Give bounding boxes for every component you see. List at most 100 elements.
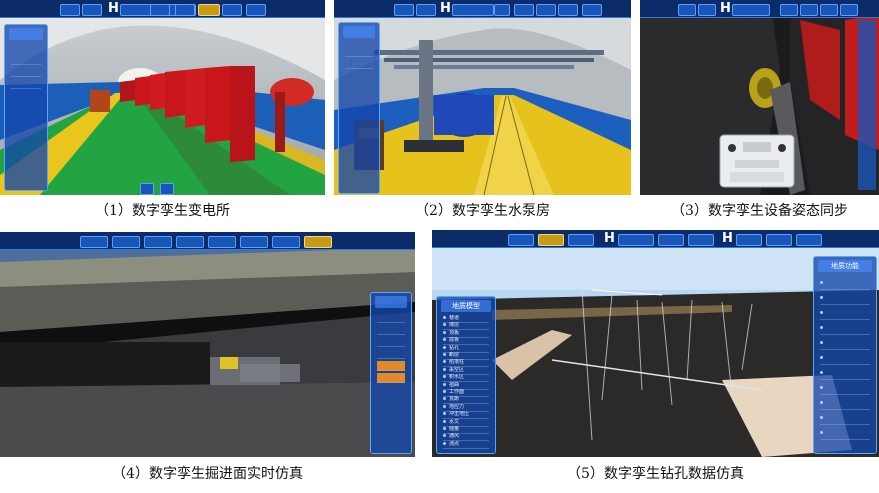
nav-tab[interactable] <box>150 4 170 16</box>
side-menu-item[interactable] <box>11 79 41 89</box>
side-menu-item[interactable] <box>11 55 41 65</box>
side-menu-item[interactable] <box>377 313 405 323</box>
nav-tab[interactable] <box>208 236 236 248</box>
geology-function-item[interactable] <box>820 339 870 350</box>
menu-dot-icon <box>443 427 446 430</box>
nav-tab[interactable] <box>732 4 770 16</box>
geology-model-menu: 地质模型 巷道 煤层 顶板 底板 钻孔 断层 陷落柱 采空区 积水区 褶曲 工作面 瓦斯 地应力 冲击地压… <box>436 296 496 454</box>
nav-tab[interactable] <box>698 4 716 16</box>
side-menu <box>370 292 412 454</box>
nav-tab[interactable] <box>222 4 242 16</box>
geology-model-item-label: 瓦斯 <box>449 396 460 403</box>
side-menu-title <box>375 296 407 308</box>
geology-model-item-label: 积水区 <box>449 374 465 381</box>
equipment-sync-scene <box>640 0 879 195</box>
side-menu-item-active[interactable] <box>377 373 405 383</box>
menu-dot-icon <box>443 419 446 423</box>
menu-dot-icon <box>820 386 823 389</box>
nav-tab[interactable] <box>240 236 268 248</box>
nav-tab[interactable] <box>678 4 696 16</box>
geology-function-item[interactable] <box>820 414 870 425</box>
menu-dot-icon <box>820 401 823 404</box>
geology-model-item[interactable]: 测点 <box>443 441 489 449</box>
nav-tab[interactable] <box>736 234 762 246</box>
nav-tab[interactable] <box>568 234 594 246</box>
nav-tab[interactable] <box>766 234 792 246</box>
caption-2: （2）数字孪生水泵房 <box>415 203 550 219</box>
nav-tab-active[interactable] <box>198 4 220 16</box>
nav-tab[interactable] <box>796 234 822 246</box>
menu-dot-icon <box>443 412 446 416</box>
geology-model-item-label: 陷落柱 <box>449 359 465 366</box>
geology-function-item[interactable] <box>820 384 870 395</box>
side-menu-title <box>343 26 375 38</box>
menu-dot-icon <box>443 404 446 408</box>
nav-tab[interactable] <box>514 4 534 16</box>
nav-tab[interactable] <box>494 4 510 16</box>
nav-tab[interactable] <box>840 4 858 16</box>
nav-tab[interactable] <box>658 234 684 246</box>
geology-function-menu-title: 地质功能 <box>818 260 872 272</box>
side-menu <box>338 22 380 194</box>
nav-tab[interactable] <box>800 4 818 16</box>
side-menu-item[interactable] <box>11 67 41 77</box>
menu-dot-icon <box>443 441 446 445</box>
nav-tab[interactable] <box>820 4 838 16</box>
geology-model-item-label: 通风 <box>449 433 460 440</box>
logo-h-icon: H <box>604 231 615 246</box>
geology-function-item[interactable] <box>820 369 870 380</box>
nav-tab[interactable] <box>780 4 798 16</box>
nav-tab[interactable] <box>582 4 602 16</box>
nav-tab[interactable] <box>246 4 266 16</box>
geology-model-item-label: 测点 <box>449 440 460 447</box>
nav-tab[interactable] <box>618 234 654 246</box>
nav-tab[interactable] <box>80 236 108 248</box>
nav-tab[interactable] <box>394 4 414 16</box>
nav-tab[interactable] <box>176 236 204 248</box>
geology-function-item[interactable] <box>820 309 870 320</box>
nav-tab[interactable] <box>558 4 578 16</box>
excavation-scene <box>0 232 415 457</box>
side-menu-item-active[interactable] <box>377 361 405 371</box>
menu-dot-icon <box>443 323 446 327</box>
menu-dot-icon <box>443 338 446 342</box>
geology-function-item[interactable] <box>820 429 870 440</box>
menu-dot-icon <box>820 431 823 434</box>
side-menu-item[interactable] <box>345 59 373 69</box>
nav-tab[interactable] <box>144 236 172 248</box>
nav-tab[interactable] <box>536 4 556 16</box>
nav-tab-active[interactable] <box>538 234 564 246</box>
nav-tab[interactable] <box>452 4 494 16</box>
bottom-button[interactable] <box>160 183 174 195</box>
side-menu-item[interactable] <box>377 325 405 335</box>
nav-tab[interactable] <box>688 234 714 246</box>
side-menu-item[interactable] <box>377 337 405 347</box>
nav-tab[interactable] <box>416 4 436 16</box>
menu-dot-icon <box>820 356 823 359</box>
panel-substation: H <box>0 0 325 195</box>
geology-model-item-label: 褶曲 <box>449 381 460 388</box>
geology-function-item[interactable] <box>820 324 870 335</box>
geology-function-item[interactable] <box>820 279 870 290</box>
menu-dot-icon <box>443 360 446 364</box>
nav-tab[interactable] <box>60 4 80 16</box>
geology-model-item-label: 地应力 <box>449 403 465 410</box>
geology-function-item[interactable] <box>820 354 870 365</box>
nav-tab[interactable] <box>82 4 102 16</box>
nav-tab[interactable] <box>112 236 140 248</box>
nav-tab-active[interactable] <box>304 236 332 248</box>
nav-tab[interactable] <box>272 236 300 248</box>
geology-model-item-label: 工作面 <box>449 389 465 395</box>
logo-h-icon: H <box>440 1 451 16</box>
menu-dot-icon <box>443 353 446 356</box>
caption-4: （4）数字孪生掘进面实时仿真 <box>112 466 303 482</box>
menu-dot-icon <box>820 311 823 314</box>
nav-tab[interactable] <box>175 4 195 16</box>
bottom-button[interactable] <box>140 183 154 195</box>
geology-function-item[interactable] <box>820 294 870 305</box>
caption-3: （3）数字孪生设备姿态同步 <box>671 203 848 219</box>
geology-function-item[interactable] <box>820 399 870 410</box>
nav-tab[interactable] <box>508 234 534 246</box>
side-menu-item[interactable] <box>377 349 405 359</box>
side-menu-item[interactable] <box>345 47 373 57</box>
